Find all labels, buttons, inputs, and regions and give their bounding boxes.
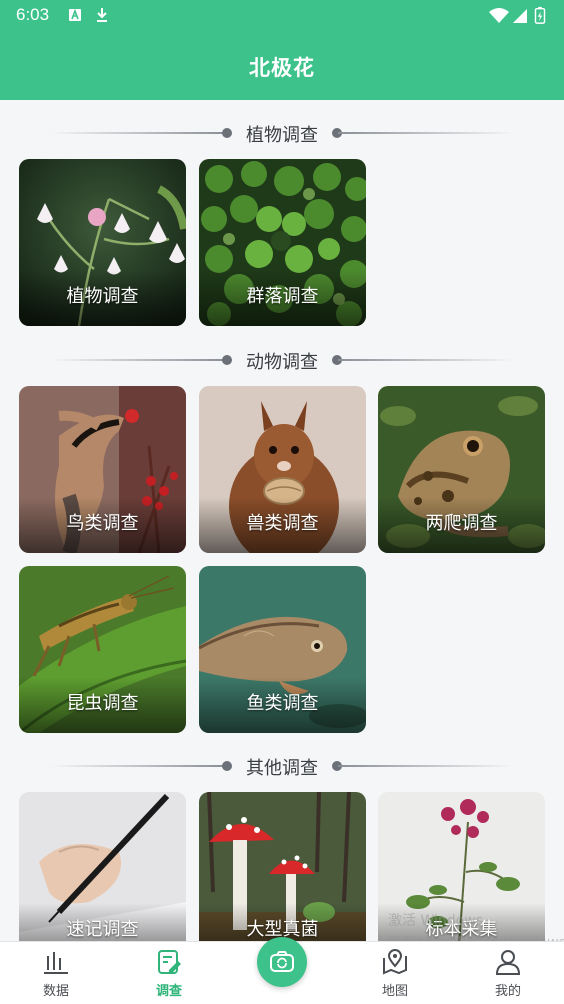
tab-label: 调查 — [155, 984, 182, 999]
section-header-other: 其他调查 — [0, 753, 564, 779]
section-header-animal: 动物调查 — [0, 347, 564, 373]
tab-data[interactable]: 数据 — [16, 942, 96, 1004]
section-header-plant: 植物调查 — [0, 120, 564, 146]
page-title: 北极花 — [249, 56, 315, 80]
card-amphibian-survey[interactable]: 两爬调查 — [378, 386, 545, 553]
download-icon — [97, 8, 107, 22]
section-title: 其他调查 — [246, 758, 318, 779]
bar-chart-icon — [44, 952, 68, 974]
card-fungi-survey[interactable]: 大型真菌 — [199, 792, 366, 959]
card-fish-survey[interactable]: 鱼类调查 — [199, 566, 366, 733]
status-time: 6:03 — [16, 5, 50, 24]
tab-label: 我的 — [494, 984, 521, 999]
card-label: 速记调查 — [66, 919, 139, 940]
card-mammal-survey[interactable]: 兽类调查 — [199, 386, 366, 553]
card-label: 植物调查 — [66, 286, 139, 307]
section-title: 植物调查 — [246, 125, 318, 146]
card-bird-survey[interactable]: 鸟类调查 — [19, 386, 186, 553]
card-label: 鱼类调查 — [246, 693, 319, 714]
card-label: 昆虫调查 — [66, 693, 139, 714]
card-plant-survey[interactable]: 植物调查 — [19, 159, 186, 326]
status-bar: 6:03 — [0, 0, 564, 32]
card-label: 两爬调查 — [425, 513, 498, 534]
camera-button[interactable] — [257, 937, 307, 987]
signal-icon — [513, 9, 527, 23]
card-community-survey[interactable]: 群落调查 — [199, 159, 366, 326]
card-quick-note-survey[interactable]: 速记调查 — [19, 792, 186, 959]
card-label: 群落调查 — [246, 286, 319, 307]
card-label: 鸟类调查 — [66, 513, 139, 534]
map-pin-icon — [383, 949, 407, 975]
wifi-icon — [489, 8, 509, 23]
tab-label: 数据 — [42, 984, 69, 999]
camera-icon — [270, 951, 294, 972]
survey-edit-icon — [158, 950, 181, 974]
app-header: 北极花 — [0, 32, 564, 100]
card-insect-survey[interactable]: 昆虫调查 — [19, 566, 186, 733]
battery-charging-icon — [534, 6, 546, 24]
section-title: 动物调查 — [246, 352, 318, 373]
keyboard-notification-icon — [69, 8, 81, 21]
card-label: 兽类调查 — [246, 513, 319, 534]
tab-survey[interactable]: 调查 — [129, 942, 209, 1004]
tab-profile[interactable]: 我的 — [468, 942, 548, 1004]
tab-label: 地图 — [381, 984, 408, 999]
user-icon — [495, 950, 521, 975]
tab-map[interactable]: 地图 — [355, 942, 435, 1004]
